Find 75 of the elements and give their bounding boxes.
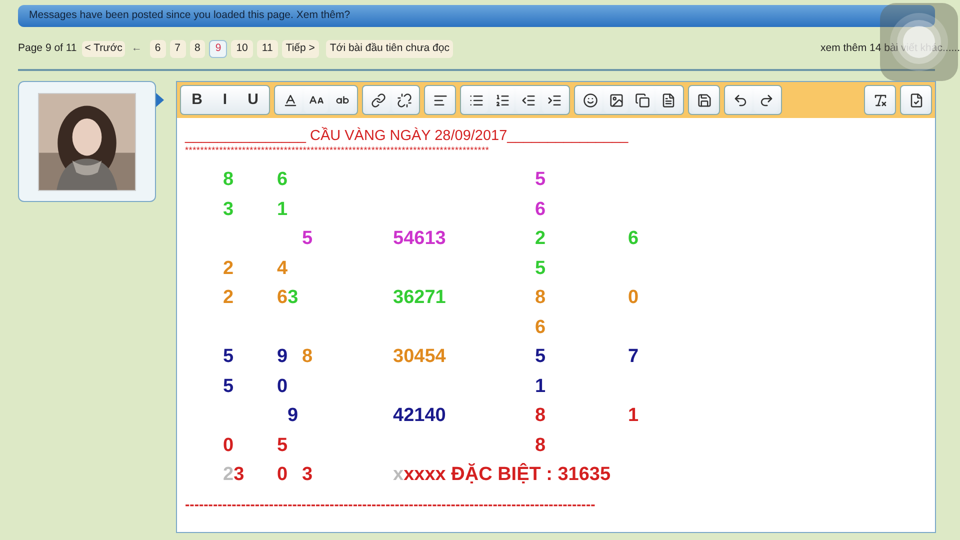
number-text: 9 — [286, 405, 298, 427]
number-text: 42140 — [393, 405, 446, 427]
page-link[interactable]: 11 — [256, 40, 278, 58]
align-left-icon — [432, 92, 448, 108]
number-text: 5 — [223, 376, 234, 398]
bullet-list-icon — [468, 92, 484, 108]
next-link[interactable]: Tiếp > — [282, 40, 319, 58]
underlined-letter-icon — [282, 92, 298, 108]
dashed-line: ---------------------------------------------------------------------------------------- — [185, 496, 596, 512]
page-link[interactable]: 8 — [190, 40, 206, 58]
number-text: 8 — [535, 287, 546, 309]
number-text: 8 — [535, 434, 546, 456]
number-text: 3 — [302, 464, 313, 486]
number-text: xxxxx ĐẶC BIỆT : 31635 — [393, 464, 611, 486]
stacked-pages-icon — [634, 92, 650, 108]
notice-text[interactable]: Messages have been posted since you loaded this page. Xem thêm? — [29, 8, 350, 24]
number-text: 2 — [223, 287, 234, 309]
number-text: 6 — [277, 169, 288, 191]
broken-link-icon — [396, 92, 412, 108]
link-icon — [370, 92, 386, 108]
number-text: 5 — [535, 346, 546, 368]
format-button[interactable]: I — [212, 87, 238, 113]
number-text: 5 — [277, 434, 288, 456]
number-text: 8 — [302, 346, 313, 368]
remove-format-icon — [872, 92, 888, 108]
smiley-icon — [582, 92, 598, 108]
number-text: 9 — [277, 346, 288, 368]
document-icon — [660, 92, 676, 108]
page-label: Page 9 of 11 — [18, 41, 77, 56]
page-link[interactable]: 7 — [170, 40, 186, 58]
number-text: 0 — [223, 434, 234, 456]
number-text: 3 — [223, 198, 234, 220]
undo-icon — [732, 92, 748, 108]
outdent-icon — [520, 92, 536, 108]
number-text: 8 — [535, 405, 546, 427]
number-text: 5 — [535, 258, 546, 280]
number-text: 6 — [628, 228, 639, 250]
pointer-icon — [156, 93, 164, 107]
number-text: 6 — [535, 198, 546, 220]
page-link[interactable]: 6 — [150, 40, 166, 58]
number-text: 6 — [535, 316, 546, 338]
number-text: 30454 — [393, 346, 446, 368]
number-text: 5 — [535, 169, 546, 191]
indent-icon — [546, 92, 562, 108]
page-link[interactable]: 9 — [209, 40, 228, 58]
page-link[interactable]: 10 — [231, 40, 253, 58]
post-title: _______________ CẦU VÀNG NGÀY 28/09/2017_______________ — [185, 127, 630, 145]
number-text: 7 — [628, 346, 639, 368]
number-text: 5 — [302, 228, 313, 250]
number-text: 63 — [277, 287, 298, 309]
redo-icon — [758, 92, 774, 108]
star-line: ******************************************************************************** — [185, 145, 490, 155]
number-text: 2 — [535, 228, 546, 250]
prev-link[interactable]: < Trước — [82, 41, 126, 57]
document-check-icon — [908, 92, 924, 108]
assistive-touch-button[interactable] — [880, 3, 958, 81]
number-text: 23 — [223, 464, 244, 486]
format-button[interactable]: B — [184, 87, 210, 113]
number-text: 0 — [277, 464, 288, 486]
number-text: 2 — [223, 258, 234, 280]
numbered-list-icon — [494, 92, 510, 108]
number-text: 0 — [628, 287, 639, 309]
number-text: 0 — [277, 376, 288, 398]
number-text: 5 — [223, 346, 234, 368]
number-text: 8 — [223, 169, 234, 191]
number-text: 36271 — [393, 287, 446, 309]
number-text: 1 — [277, 198, 288, 220]
ellipsis-text: ← — [131, 41, 142, 56]
format-button[interactable]: U — [240, 87, 266, 113]
number-text: 4 — [277, 258, 288, 280]
first-unread-link[interactable]: Tới bài đầu tiên chưa đọc — [326, 40, 454, 58]
number-text: 54613 — [393, 228, 446, 250]
image-icon — [608, 92, 624, 108]
number-text: 1 — [535, 376, 546, 398]
number-text: 1 — [628, 405, 639, 427]
